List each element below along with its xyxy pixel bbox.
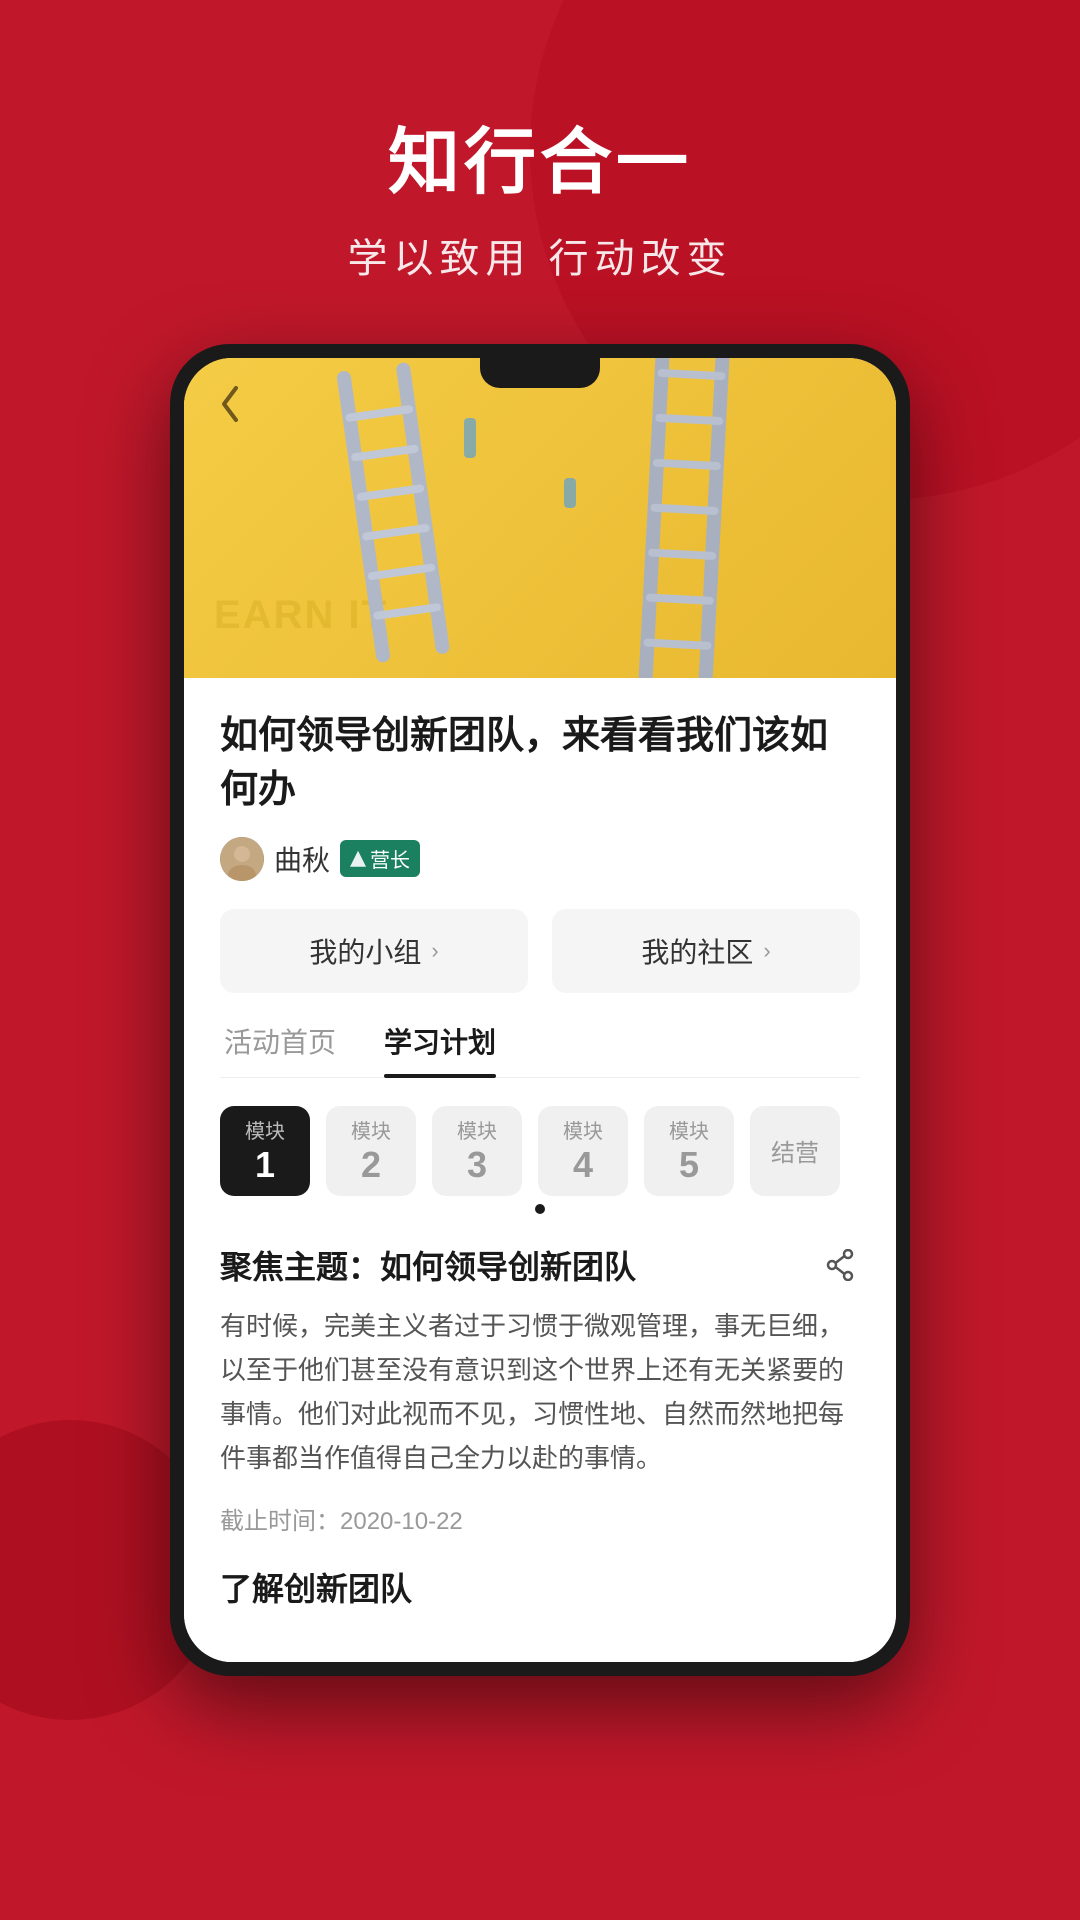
module-1-num: 1: [255, 1144, 275, 1186]
module-2-top-label: 模块: [351, 1115, 391, 1144]
author-badge: 营长: [340, 840, 420, 877]
focus-title: 聚焦主题：如何领导创新团队: [220, 1242, 636, 1288]
module-4-num: 4: [573, 1144, 593, 1186]
article-area: 如何领导创新团队，来看看我们该如何办 曲秋 营长: [184, 678, 896, 1661]
phone-screen: EARN IT: [184, 358, 896, 1661]
module-3-num: 3: [467, 1144, 487, 1186]
phone-notch: [480, 358, 600, 388]
module-dot: [535, 1204, 545, 1214]
author-avatar: [220, 837, 264, 881]
article-title: 如何领导创新团队，来看看我们该如何办: [220, 710, 860, 816]
tabs-row: 活动首页 学习计划: [220, 1021, 860, 1078]
back-button[interactable]: [208, 382, 252, 426]
module-end-block[interactable]: 结营: [750, 1106, 840, 1196]
section-subtitle: 了解创新团队: [220, 1564, 860, 1610]
my-group-label: 我的小组: [309, 931, 421, 971]
module-5-block[interactable]: 模块 5: [644, 1106, 734, 1196]
author-row: 曲秋 营长: [220, 837, 860, 881]
my-community-button[interactable]: 我的社区 ›: [552, 909, 860, 993]
module-2-num: 2: [361, 1144, 381, 1186]
module-end-label: 结营: [771, 1133, 819, 1168]
my-community-label: 我的社区: [641, 931, 753, 971]
module-1-top-label: 模块: [245, 1115, 285, 1144]
badge-triangle-icon: [350, 851, 366, 867]
module-5-num: 5: [679, 1144, 699, 1186]
hero-ladder-svg: [184, 358, 896, 678]
module-3-top-label: 模块: [457, 1115, 497, 1144]
phone-outer: EARN IT: [170, 344, 910, 1675]
module-2-block[interactable]: 模块 2: [326, 1106, 416, 1196]
focus-body: 有时候，完美主义者过于习惯于微观管理，事无巨细，以至于他们甚至没有意识到这个世界…: [220, 1304, 860, 1481]
module-3-block[interactable]: 模块 3: [432, 1106, 522, 1196]
modules-row: 模块 1 模块 2 模块 3 模块: [220, 1106, 860, 1196]
tab-activity-home[interactable]: 活动首页: [224, 1021, 336, 1077]
module-5-top-label: 模块: [669, 1115, 709, 1144]
author-name: 曲秋: [274, 839, 330, 879]
share-icon[interactable]: [820, 1245, 860, 1285]
nav-buttons: 我的小组 › 我的社区 ›: [220, 909, 860, 993]
phone-mockup: EARN IT: [0, 344, 1080, 1675]
module-4-block[interactable]: 模块 4: [538, 1106, 628, 1196]
header-sub-title: 学以致用 行动改变: [0, 226, 1080, 284]
focus-deadline: 截止时间：2020-10-22: [220, 1501, 860, 1536]
module-4-top-label: 模块: [563, 1115, 603, 1144]
focus-header: 聚焦主题：如何领导创新团队: [220, 1242, 860, 1288]
hero-image: EARN IT: [184, 358, 896, 678]
my-group-chevron: ›: [431, 938, 438, 964]
focus-section: 聚焦主题：如何领导创新团队 有时候，完美主义者过于习惯于微观管理，事无巨细，: [220, 1242, 860, 1630]
module-1-block[interactable]: 模块 1: [220, 1106, 310, 1196]
header-main-title: 知行合一: [0, 120, 1080, 206]
my-group-button[interactable]: 我的小组 ›: [220, 909, 528, 993]
tab-study-plan[interactable]: 学习计划: [384, 1021, 496, 1077]
module-dot-row: [220, 1204, 860, 1214]
my-community-chevron: ›: [763, 938, 770, 964]
